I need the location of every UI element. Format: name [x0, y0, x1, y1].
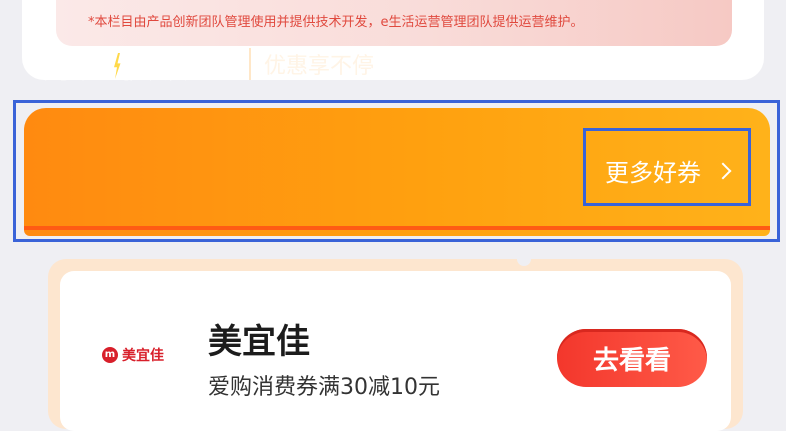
brand-logo-text: 美宜佳 [122, 348, 164, 364]
store-name: 美宜佳 [208, 322, 310, 362]
brand-logo: m 美宜佳 [102, 345, 164, 365]
coupon-description: 爱购消费券满30减10元 [208, 375, 440, 400]
banner-title-part2: 快领 [120, 46, 190, 86]
banner-title: 好券 快领 [44, 38, 190, 87]
banner-divider [249, 48, 251, 80]
go-see-button[interactable]: 去看看 [557, 329, 707, 387]
disclaimer-text: *本栏目由产品创新团队管理使用并提供技术开发，e生活运营管理团队提供运营维护。 [88, 15, 584, 30]
meiyijia-logo-icon: m [102, 347, 118, 363]
more-coupons-highlight [583, 128, 751, 206]
coupon-notch [517, 252, 531, 266]
banner-title-part1: 好券 [44, 46, 114, 86]
banner-subtitle: 优惠享不停 [264, 54, 375, 79]
